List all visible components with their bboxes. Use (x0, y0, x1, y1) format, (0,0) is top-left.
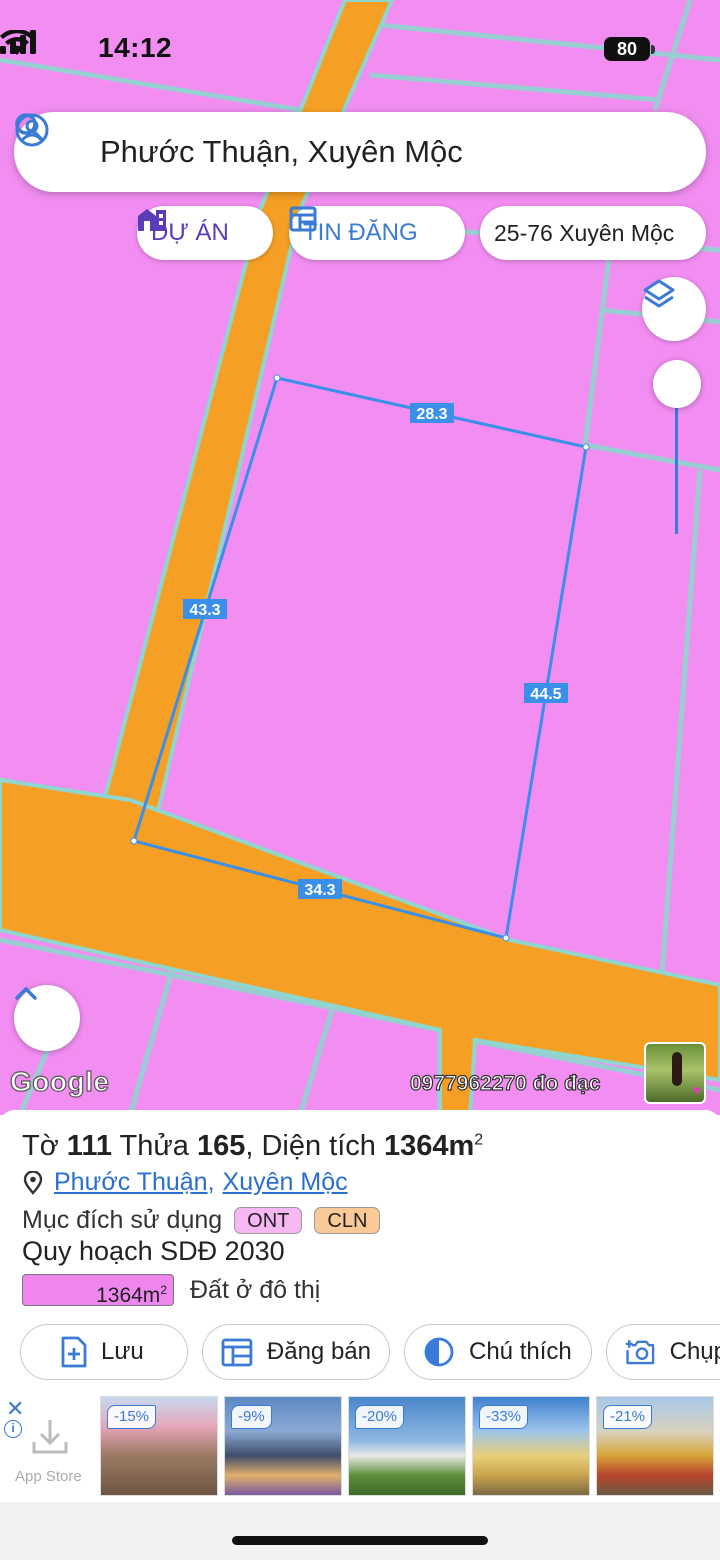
discount-badge: -9% (231, 1405, 272, 1429)
land-use-purpose: Mục đích sử dụng ONT CLN (22, 1206, 381, 1235)
layers-icon (643, 279, 675, 308)
chip-du-an[interactable]: DỰ ÁN (137, 206, 273, 260)
legend-button[interactable]: Chú thích (404, 1324, 592, 1380)
parcel-title: Tờ 111 Thửa 165, Diện tích 1364m2 (22, 1130, 483, 1163)
discount-badge: -21% (603, 1405, 653, 1429)
legend-label: Chú thích (469, 1338, 572, 1365)
chip-tin-dang-label: TIN ĐĂNG (303, 219, 418, 246)
ad-tile[interactable]: -33% (472, 1396, 590, 1496)
sheet-number: 111 (66, 1130, 112, 1162)
edge-label-right: 44.5 (530, 686, 561, 703)
home-indicator[interactable] (232, 1536, 488, 1545)
battery-tip (651, 45, 655, 54)
google-logo: Google (9, 1065, 110, 1097)
layers-button[interactable] (642, 277, 706, 341)
chevron-up-icon (15, 987, 37, 1000)
save-label: Lưu (101, 1338, 144, 1365)
map-view[interactable]: 28.3 43.3 44.5 34.3 14:12 80 Phước Thuận… (0, 0, 720, 1115)
action-buttons: Lưu Đăng bán Chú thích Chụ (20, 1324, 720, 1380)
edge-label-left: 43.3 (189, 602, 220, 619)
location-pin-icon (23, 1170, 43, 1195)
discount-badge: -33% (479, 1405, 529, 1429)
post-sale-label: Đăng bán (266, 1338, 371, 1365)
ad-tile[interactable]: -15% (100, 1396, 218, 1496)
camera-add-icon (625, 1340, 655, 1365)
ad-banner[interactable]: ✕ i App Store -15% -9% -20% -33% -21% (0, 1394, 720, 1502)
edge-label-bottom: 34.3 (304, 882, 335, 899)
watermark-text: 0977962270 đo đạc (409, 1071, 601, 1095)
chip-location-label: 25-76 Xuyên Mộc (494, 219, 675, 246)
plan-title: Quy hoạch SDĐ 2030 (22, 1236, 285, 1266)
parcel-location: Phước Thuận, Xuyên Mộc (22, 1168, 348, 1197)
post-sale-button[interactable]: Đăng bán (202, 1324, 390, 1380)
bottom-safe-area (0, 1502, 720, 1560)
plan-area-value: 1364m (96, 1284, 161, 1307)
district-link[interactable]: Xuyên Mộc (223, 1168, 348, 1197)
battery-icon: 80 (604, 37, 650, 61)
ad-info-icon[interactable]: i (4, 1420, 22, 1438)
status-bar: 14:12 80 (0, 30, 720, 70)
parcel-info-panel: Tờ 111 Thửa 165, Diện tích 1364m2 Phước … (0, 1110, 720, 1394)
status-time: 14:12 (98, 32, 173, 63)
edge-label-top: 28.3 (416, 406, 447, 423)
capture-label: Chụp (669, 1338, 720, 1365)
ad-tile[interactable]: -21% (596, 1396, 714, 1496)
expand-up-button[interactable] (14, 985, 80, 1051)
title-mid: Thửa (111, 1130, 197, 1162)
contrast-icon (424, 1337, 454, 1367)
purpose-label: Mục đích sử dụng (22, 1206, 223, 1234)
chip-location[interactable]: 25-76 Xuyên Mộc (480, 206, 706, 260)
heart-icon: ♥ (692, 1082, 701, 1098)
parcel-number: 165 (196, 1130, 246, 1162)
ad-tile[interactable]: -20% (348, 1396, 466, 1496)
discount-badge: -15% (107, 1405, 157, 1429)
search-icon[interactable] (14, 112, 44, 142)
parcel-area: 1364m (383, 1130, 475, 1162)
app-store-label: App Store (15, 1468, 82, 1485)
plan-area-sup: 2 (160, 1283, 167, 1297)
title-area-label: , Diện tích (245, 1130, 384, 1162)
plan-area-box: 1364m2 (22, 1274, 174, 1307)
discount-badge: -20% (355, 1405, 405, 1429)
download-icon (32, 1420, 68, 1454)
ad-tile[interactable]: -9% (224, 1396, 342, 1496)
user-photo-thumbnail[interactable]: ♥ (644, 1042, 706, 1104)
opacity-slider-thumb[interactable] (653, 360, 701, 408)
search-input[interactable]: Phước Thuận, Xuyên Mộc (100, 134, 463, 170)
area-unit-sup: 2 (474, 1131, 484, 1149)
listing-icon (221, 1338, 253, 1367)
wifi-icon (0, 30, 34, 55)
tag-cln: CLN (314, 1207, 381, 1234)
plan-row: 1364m2 Đất ở đô thị (22, 1274, 321, 1307)
add-file-icon (61, 1336, 87, 1368)
location-separator: , (207, 1168, 215, 1196)
chip-tin-dang[interactable]: TIN ĐĂNG (289, 206, 465, 260)
ad-close-icon[interactable]: ✕ (6, 1396, 24, 1422)
plan-description: Đất ở đô thị (190, 1275, 321, 1304)
listing-icon (289, 206, 317, 232)
title-prefix: Tờ (22, 1130, 67, 1162)
commune-link[interactable]: Phước Thuận (54, 1168, 208, 1197)
save-button[interactable]: Lưu (20, 1324, 188, 1380)
building-icon (138, 209, 166, 231)
search-bar[interactable]: Phước Thuận, Xuyên Mộc (14, 112, 706, 192)
tag-ont: ONT (234, 1207, 303, 1234)
photo-figure (672, 1052, 682, 1086)
capture-button[interactable]: Chụp (606, 1324, 720, 1380)
